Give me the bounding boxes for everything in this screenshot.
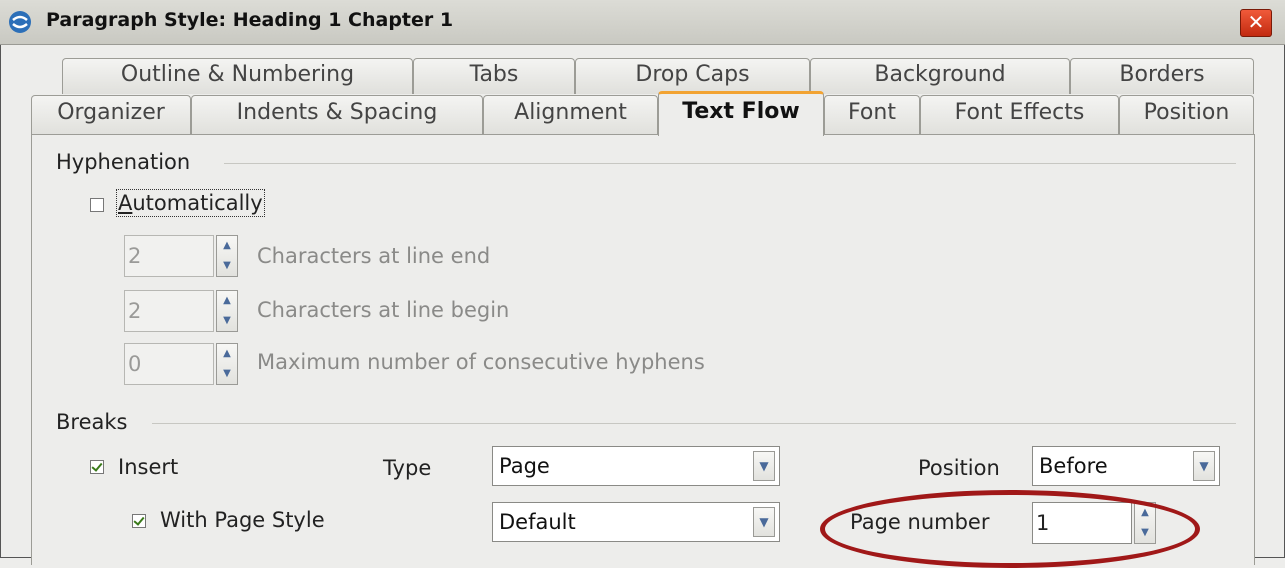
automatically-label: Automatically (116, 189, 265, 217)
page-style-value: Default (499, 510, 576, 534)
chars-line-end-label: Characters at line end (257, 244, 491, 268)
close-button[interactable]: ✕ (1240, 9, 1272, 37)
breaks-divider (152, 423, 1236, 424)
insert-checkbox[interactable] (90, 460, 104, 474)
hyphenation-heading: Hyphenation (56, 150, 191, 174)
tab-indents-spacing[interactable]: Indents & Spacing (191, 95, 483, 135)
max-hyphens-label: Maximum number of consecutive hyphens (257, 350, 705, 374)
position-value: Before (1039, 454, 1108, 478)
title-bar: Paragraph Style: Heading 1 Chapter 1 ✕ (0, 0, 1285, 45)
spin-down-icon[interactable]: ▼ (217, 364, 237, 384)
close-icon: ✕ (1247, 10, 1265, 34)
max-hyphens-spin[interactable]: ▲ ▼ (216, 343, 238, 385)
spin-up-icon[interactable]: ▲ (217, 291, 237, 311)
tab-font[interactable]: Font (824, 95, 920, 135)
window-title: Paragraph Style: Heading 1 Chapter 1 (46, 9, 454, 31)
type-value: Page (499, 454, 550, 478)
chars-line-end-spin[interactable]: ▲ ▼ (216, 235, 238, 277)
spin-up-icon[interactable]: ▲ (217, 236, 237, 256)
tab-outline-numbering[interactable]: Outline & Numbering (62, 58, 413, 94)
max-hyphens-input[interactable]: 0 (124, 343, 214, 385)
tab-background[interactable]: Background (810, 58, 1070, 94)
chevron-down-icon[interactable]: ▼ (1193, 451, 1215, 481)
tab-text-flow[interactable]: Text Flow (658, 91, 824, 136)
tab-font-effects[interactable]: Font Effects (920, 95, 1119, 135)
chars-line-begin-label: Characters at line begin (257, 298, 510, 322)
chevron-down-icon[interactable]: ▼ (753, 507, 775, 537)
spin-down-icon[interactable]: ▼ (217, 256, 237, 276)
tab-borders[interactable]: Borders (1070, 58, 1254, 94)
automatically-checkbox[interactable] (90, 198, 104, 212)
breaks-heading: Breaks (56, 410, 128, 434)
chars-line-begin-spin[interactable]: ▲ ▼ (216, 290, 238, 332)
app-icon (9, 11, 31, 33)
chevron-down-icon[interactable]: ▼ (753, 451, 775, 481)
highlight-ellipse (820, 490, 1200, 568)
chars-line-begin-input[interactable]: 2 (124, 290, 214, 332)
position-dropdown[interactable]: Before ▼ (1032, 446, 1220, 486)
hyphenation-divider (224, 163, 1236, 164)
spin-up-icon[interactable]: ▲ (217, 344, 237, 364)
chars-line-end-input[interactable]: 2 (124, 235, 214, 277)
tab-organizer[interactable]: Organizer (31, 95, 191, 135)
insert-label: Insert (118, 455, 179, 479)
page-style-dropdown[interactable]: Default ▼ (492, 502, 780, 542)
tab-drop-caps[interactable]: Drop Caps (575, 58, 810, 94)
with-page-style-label: With Page Style (160, 508, 325, 532)
position-label: Position (918, 456, 1000, 480)
tab-alignment[interactable]: Alignment (483, 95, 658, 135)
spin-down-icon[interactable]: ▼ (217, 311, 237, 331)
with-page-style-checkbox[interactable] (132, 514, 146, 528)
type-label: Type (383, 456, 432, 480)
type-dropdown[interactable]: Page ▼ (492, 446, 780, 486)
tab-tabs[interactable]: Tabs (413, 58, 575, 94)
tab-position[interactable]: Position (1119, 95, 1254, 135)
